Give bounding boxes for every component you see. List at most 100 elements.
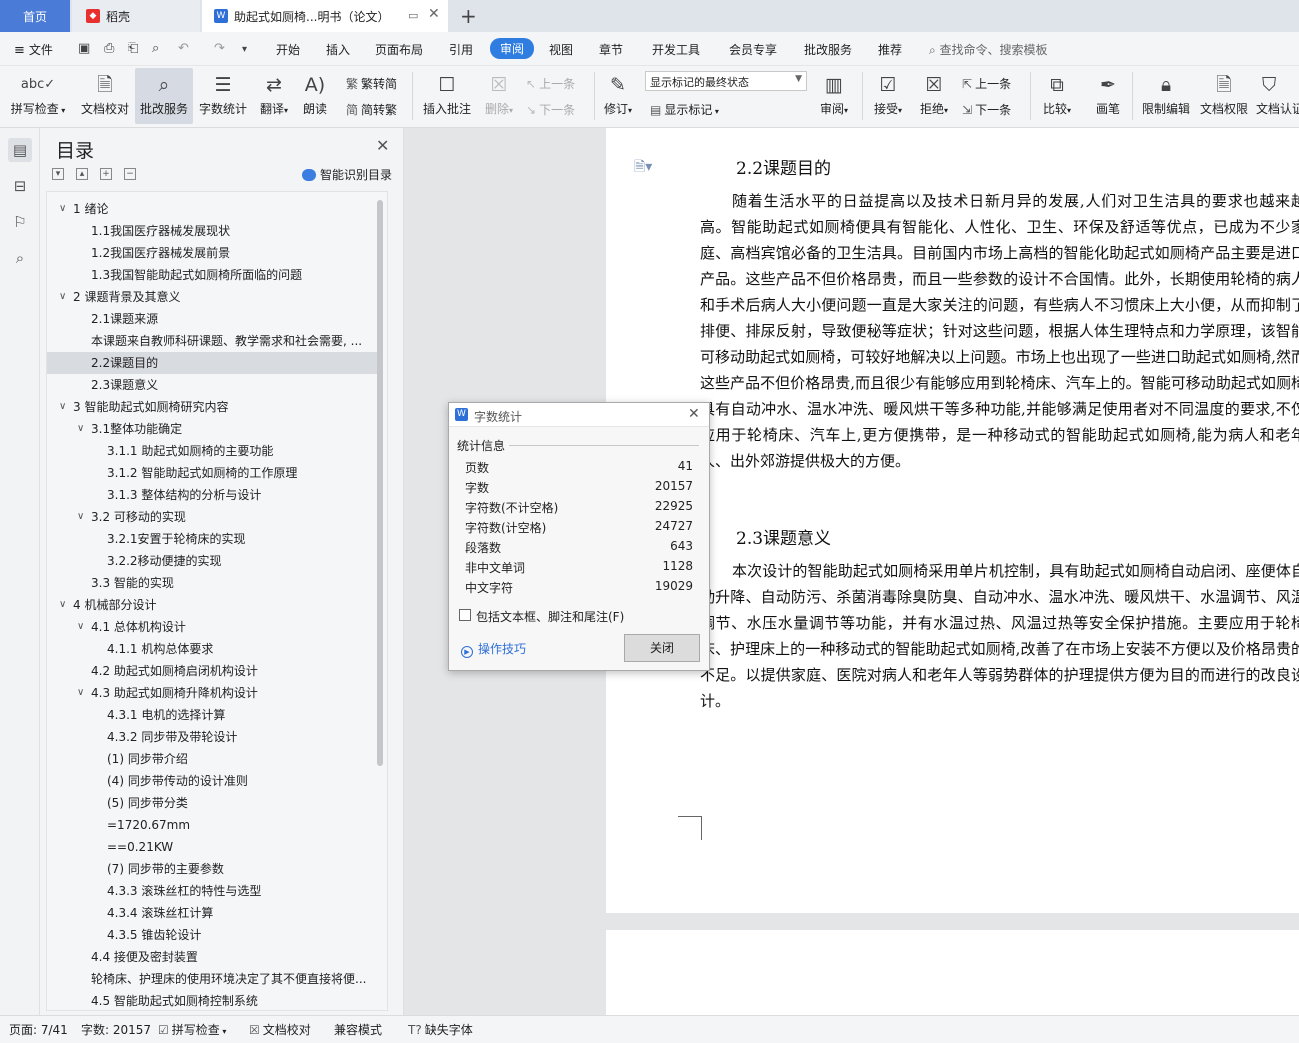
- tab-close-icon[interactable]: ✕: [428, 6, 440, 22]
- toc-item[interactable]: (7) 同步带的主要参数: [47, 858, 377, 880]
- menu-insert[interactable]: 插入: [326, 41, 350, 58]
- toc-item[interactable]: ∨ 3 智能助起式如厕椅研究内容: [47, 396, 377, 418]
- toc-item[interactable]: ==0.21KW: [47, 836, 377, 858]
- tips-link[interactable]: ▶ 操作技巧: [461, 640, 526, 658]
- include-footnotes-label[interactable]: 包括文本框、脚注和尾注(F): [476, 608, 624, 625]
- toc-item[interactable]: 4.3.3 滚珠丝杠的特性与选型: [47, 880, 377, 902]
- word-count-button[interactable]: ☰ 字数统计: [196, 68, 250, 124]
- expand-all-icon[interactable]: ▴: [76, 168, 88, 180]
- toc-item[interactable]: 轮椅床、护理床的使用环境决定了其不便直接将便...: [47, 968, 377, 990]
- menu-chapter[interactable]: 章节: [599, 41, 623, 58]
- bookmark-icon[interactable]: ⚐: [8, 210, 32, 234]
- prev-comment-button[interactable]: ↖ 上一条: [526, 75, 575, 92]
- print-icon[interactable]: ⎗: [128, 41, 138, 56]
- track-changes-button[interactable]: ✎ 修订▾: [600, 68, 636, 124]
- doc-proof-button[interactable]: 🗎 文档校对: [78, 68, 132, 124]
- proof-status[interactable]: ☒ 文档校对: [249, 1021, 311, 1038]
- chevron-down-icon[interactable]: ∨: [77, 616, 84, 638]
- chevron-down-icon[interactable]: ∨: [77, 682, 84, 704]
- next-comment-button[interactable]: ↘ 下一条: [526, 101, 575, 118]
- chapter-panel-icon[interactable]: ⊟: [8, 174, 32, 198]
- command-search[interactable]: ⌕ 查找命令、搜索模板: [929, 41, 1048, 58]
- toc-scrollbar[interactable]: [377, 200, 383, 766]
- chevron-down-icon[interactable]: ∨: [59, 594, 66, 616]
- toc-item[interactable]: =1720.67mm: [47, 814, 377, 836]
- tab-home[interactable]: 首页: [0, 0, 70, 32]
- toc-item[interactable]: ∨ 1 绪论: [47, 198, 377, 220]
- restrict-editing-button[interactable]: 🔒︎ 限制编辑: [1140, 68, 1192, 124]
- tab-daoke[interactable]: ◆ 稻壳: [72, 0, 200, 32]
- search-icon[interactable]: ⌕: [8, 246, 32, 270]
- chevron-down-icon[interactable]: ∨: [59, 286, 66, 308]
- toc-item[interactable]: 4.2 助起式如厕椅启闭机构设计: [47, 660, 377, 682]
- toc-item[interactable]: 1.2我国医疗器械发展前景: [47, 242, 377, 264]
- toc-item[interactable]: 3.1.1 助起式如厕椅的主要功能: [47, 440, 377, 462]
- toc-item[interactable]: 4.3.2 同步带及带轮设计: [47, 726, 377, 748]
- insert-comment-button[interactable]: ☐ 插入批注: [420, 68, 474, 124]
- toc-item[interactable]: 4.4 接便及密封装置: [47, 946, 377, 968]
- new-tab-icon[interactable]: +: [460, 4, 477, 28]
- chevron-down-icon[interactable]: ∨: [77, 506, 84, 528]
- reject-button[interactable]: ☒ 拒绝▾: [914, 68, 954, 124]
- spell-check-status[interactable]: ☑ 拼写检查 ▾: [158, 1021, 226, 1038]
- chevron-down-icon[interactable]: ∨: [77, 418, 84, 440]
- redo-icon[interactable]: ↷: [214, 41, 225, 56]
- review-pane-button[interactable]: ▥ 审阅▾: [814, 68, 854, 124]
- menu-page-layout[interactable]: 页面布局: [375, 41, 423, 58]
- toc-item[interactable]: 3.3 智能的实现: [47, 572, 377, 594]
- spell-check-button[interactable]: abc✓ 拼写检查 ▾: [8, 68, 68, 124]
- menu-review[interactable]: 审阅: [490, 38, 535, 59]
- close-icon[interactable]: ✕: [688, 406, 700, 422]
- file-menu[interactable]: ≡ 文件: [14, 41, 53, 58]
- include-footnotes-checkbox[interactable]: [459, 609, 471, 621]
- print-preview-icon[interactable]: ⌕: [152, 41, 159, 56]
- menu-developer[interactable]: 开发工具: [652, 41, 700, 58]
- tab-document[interactable]: W 助起式如厕椅...明书（论文） ▭ ✕: [202, 0, 448, 32]
- delete-comment-button[interactable]: ☒ 删除▾: [480, 68, 518, 124]
- add-heading-icon[interactable]: +: [100, 168, 112, 180]
- menu-references[interactable]: 引用: [449, 41, 473, 58]
- smart-toc-button[interactable]: 智能识别目录: [302, 166, 392, 183]
- remove-heading-icon[interactable]: −: [124, 168, 136, 180]
- simp-to-trad-button[interactable]: 简简转繁: [346, 101, 397, 118]
- missing-font-status[interactable]: T? 缺失字体: [408, 1021, 473, 1038]
- toc-item[interactable]: ∨ 2 课题背景及其意义: [47, 286, 377, 308]
- export-pdf-icon[interactable]: ⎙: [104, 41, 114, 56]
- toc-item[interactable]: ∨ 3.1整体功能确定: [47, 418, 377, 440]
- toc-item[interactable]: 4.3.5 锥齿轮设计: [47, 924, 377, 946]
- toc-item[interactable]: 4.3.4 滚珠丝杠计算: [47, 902, 377, 924]
- toc-item[interactable]: ∨ 3.2 可移动的实现: [47, 506, 377, 528]
- toc-item[interactable]: (1) 同步带介绍: [47, 748, 377, 770]
- toc-item[interactable]: (4) 同步带传动的设计准则: [47, 770, 377, 792]
- toc-item[interactable]: 4.3.1 电机的选择计算: [47, 704, 377, 726]
- toc-item[interactable]: 2.2课题目的: [47, 352, 377, 374]
- trad-to-simp-button[interactable]: 繁繁转简: [346, 75, 397, 92]
- toc-item[interactable]: ∨ 4.3 助起式如厕椅升降机构设计: [47, 682, 377, 704]
- toc-item[interactable]: 4.1.1 机构总体要求: [47, 638, 377, 660]
- toc-item[interactable]: 3.1.2 智能助起式如厕椅的工作原理: [47, 462, 377, 484]
- toc-item[interactable]: ∨ 4.1 总体机构设计: [47, 616, 377, 638]
- toc-item[interactable]: 本课题来自教师科研课题、教学需求和社会需要, ...: [47, 330, 377, 352]
- undo-icon[interactable]: ↶: [178, 41, 189, 56]
- doc-certify-button[interactable]: ⛉ 文档认证: [1256, 68, 1299, 124]
- pen-button[interactable]: ✒ 画笔: [1090, 68, 1126, 124]
- toc-item[interactable]: 4.5 智能助起式如厕椅控制系统: [47, 990, 377, 1010]
- menu-start[interactable]: 开始: [276, 41, 300, 58]
- close-icon[interactable]: ✕: [376, 136, 389, 155]
- toc-item[interactable]: 3.1.3 整体结构的分析与设计: [47, 484, 377, 506]
- toc-panel-icon[interactable]: ▤: [8, 138, 32, 162]
- toc-item[interactable]: 1.1我国医疗器械发展现状: [47, 220, 377, 242]
- next-change-button[interactable]: ⇲ 下一条: [962, 101, 1011, 118]
- menu-member[interactable]: 会员专享: [729, 41, 777, 58]
- correction-service-button[interactable]: ⌕ 批改服务: [135, 68, 193, 124]
- toc-item[interactable]: (5) 同步带分类: [47, 792, 377, 814]
- show-markup-button[interactable]: ▤ 显示标记 ▾: [650, 101, 719, 118]
- page-options-icon[interactable]: 🗎▾: [634, 156, 652, 180]
- doc-permission-button[interactable]: 🗎 文档权限: [1198, 68, 1250, 124]
- page-indicator[interactable]: 页面: 7/41: [9, 1021, 68, 1038]
- toc-item[interactable]: 3.2.1安置于轮椅床的实现: [47, 528, 377, 550]
- toc-item[interactable]: 2.3课题意义: [47, 374, 377, 396]
- chevron-down-icon[interactable]: ∨: [59, 396, 66, 418]
- toc-item[interactable]: 3.2.2移动便捷的实现: [47, 550, 377, 572]
- accept-button[interactable]: ☑ 接受▾: [868, 68, 908, 124]
